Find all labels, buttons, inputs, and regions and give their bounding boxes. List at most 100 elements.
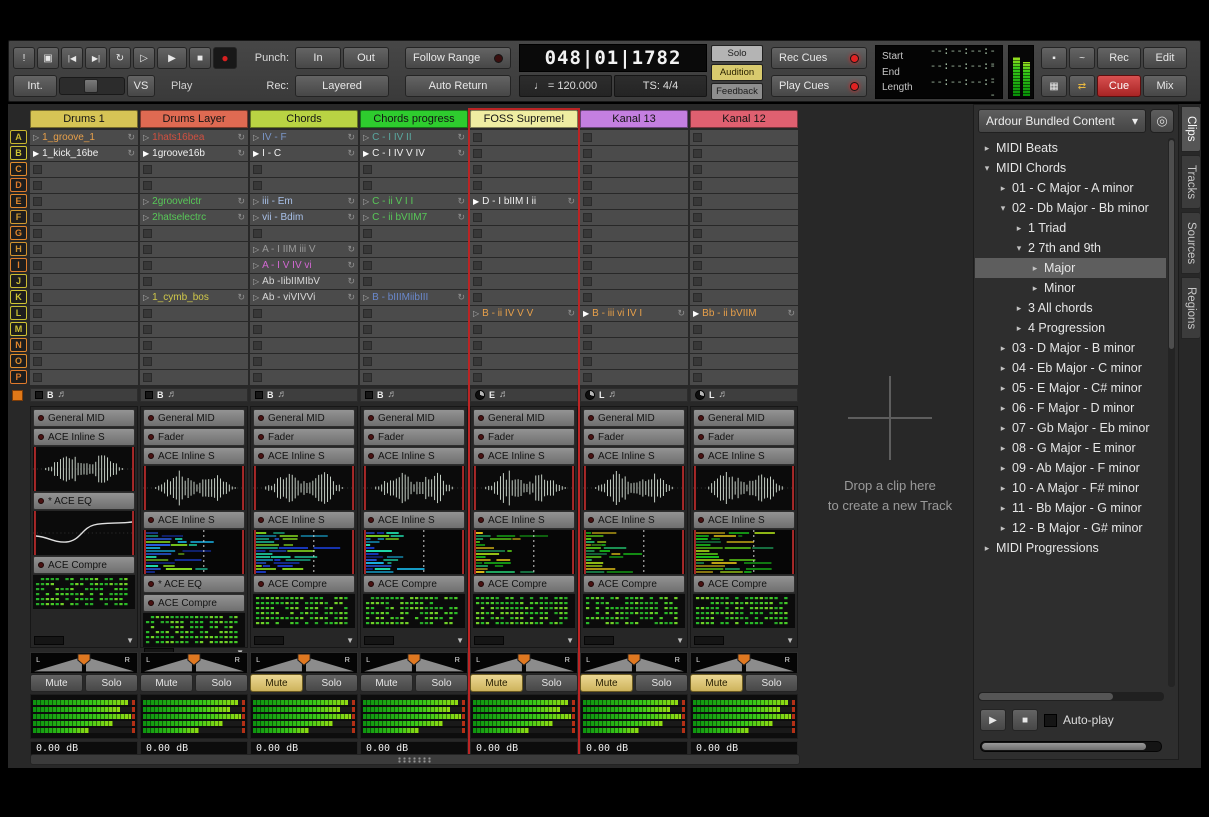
clip-slot-N[interactable] (360, 338, 468, 353)
clip-slot-K[interactable]: ▷1_cymb_bos↻ (140, 290, 248, 305)
empty-clip-stop-box[interactable] (253, 357, 262, 366)
empty-clip-stop-box[interactable] (143, 181, 152, 190)
stop-all-scenes-button[interactable] (12, 390, 23, 401)
clip-slot-K[interactable]: ▷Ab - viVIVVi↻ (250, 290, 358, 305)
clip-playing-icon[interactable]: ▶ (143, 150, 149, 158)
processor-ace-inline-s[interactable]: ACE Inline S (143, 447, 245, 465)
scene-trigger-B[interactable]: B (10, 146, 27, 160)
track-stop-row[interactable]: B♬ (360, 388, 468, 402)
empty-clip-stop-box[interactable] (693, 165, 702, 174)
solo-button[interactable]: Solo (525, 674, 578, 692)
empty-clip-stop-box[interactable] (583, 149, 592, 158)
clip-slot-O[interactable] (580, 354, 688, 369)
empty-clip-stop-box[interactable] (583, 181, 592, 190)
track-stop-row[interactable]: E♬ (470, 388, 578, 402)
empty-clip-stop-box[interactable] (33, 357, 42, 366)
clip-slot-J[interactable] (30, 274, 138, 289)
clip-slot-O[interactable] (250, 354, 358, 369)
processor-ace-compre[interactable]: ACE Compre (583, 575, 685, 593)
clip-slot-I[interactable] (580, 258, 688, 273)
range-clock-display[interactable]: Start--:--:--:-- End--:--:--:-- Length--… (875, 45, 1003, 99)
tree-collapsed-icon[interactable]: ▸ (981, 143, 993, 154)
tree-item-2-7th-and-9th[interactable]: ▾2 7th and 9th (975, 238, 1166, 258)
mute-button[interactable]: Mute (250, 674, 303, 692)
empty-clip-stop-box[interactable] (473, 229, 482, 238)
solo-indicator[interactable]: Solo (711, 45, 763, 62)
clip-slot-E[interactable]: ▶D - I bIIM I ii↻ (470, 194, 578, 209)
scene-trigger-E[interactable]: E (10, 194, 27, 208)
processor-ace-compre[interactable]: ACE Compre (33, 556, 135, 574)
clip-slot-P[interactable] (580, 370, 688, 385)
empty-clip-stop-box[interactable] (473, 245, 482, 254)
clip-slot-M[interactable] (140, 322, 248, 337)
clip-slot-G[interactable] (250, 226, 358, 241)
empty-clip-stop-box[interactable] (33, 293, 42, 302)
processor-general-mid[interactable]: General MID (33, 409, 135, 427)
clip-slot-H[interactable]: ▷A - I IIM iii V↻ (250, 242, 358, 257)
midi-input-icon[interactable]: ▣ (37, 47, 59, 69)
clip-slot-J[interactable] (140, 274, 248, 289)
punch-in-button[interactable]: In (295, 47, 341, 69)
shuttle-handle[interactable] (84, 79, 98, 93)
tree-item-04-eb-major-c-minor[interactable]: ▸04 - Eb Major - C minor (975, 358, 1166, 378)
empty-clip-stop-box[interactable] (693, 373, 702, 382)
clip-slot-C[interactable] (690, 162, 798, 177)
clip-slot-N[interactable] (470, 338, 578, 353)
clip-slot-H[interactable] (470, 242, 578, 257)
clip-slot-F[interactable] (580, 210, 688, 225)
track-stop-row[interactable]: B♬ (30, 388, 138, 402)
clip-slot-D[interactable] (140, 178, 248, 193)
processor-ace-inline-s[interactable]: ACE Inline S (583, 511, 685, 529)
pan-control[interactable]: LR (250, 652, 358, 672)
clip-slot-O[interactable] (360, 354, 468, 369)
scene-trigger-D[interactable]: D (10, 178, 27, 192)
scene-trigger-A[interactable]: A (10, 130, 27, 144)
processor-fader[interactable]: Fader (363, 428, 465, 446)
processor-ace-compre[interactable]: ACE Compre (473, 575, 575, 593)
page-edit-button[interactable]: Edit (1143, 47, 1187, 69)
tree-item-minor[interactable]: ▸Minor (975, 278, 1166, 298)
processor-ace-inline-s[interactable]: ACE Inline S (33, 428, 135, 446)
clip-play-icon[interactable]: ▷ (363, 214, 369, 222)
pan-control[interactable]: LR (360, 652, 468, 672)
empty-clip-stop-box[interactable] (253, 373, 262, 382)
tree-collapsed-icon[interactable]: ▸ (1029, 283, 1041, 294)
clip-play-icon[interactable]: ▷ (253, 134, 259, 142)
clip-play-icon[interactable]: ▷ (143, 134, 149, 142)
tree-item-major[interactable]: ▸Major (975, 258, 1166, 278)
clip-slot-L[interactable]: ▷B - ii IV V V↻ (470, 306, 578, 321)
processor-ace-compre[interactable]: ACE Compre (363, 575, 465, 593)
clip-slot-F[interactable]: ▷C - ii bVIIM7↻ (360, 210, 468, 225)
output-routing-button[interactable] (474, 636, 504, 645)
tree-expanded-icon[interactable]: ▾ (1013, 243, 1025, 254)
empty-clip-stop-box[interactable] (363, 309, 372, 318)
scene-trigger-M[interactable]: M (10, 322, 27, 336)
record-button[interactable]: ● (213, 47, 237, 69)
tree-item-4-progression[interactable]: ▸4 Progression (975, 318, 1166, 338)
clip-slot-D[interactable] (580, 178, 688, 193)
empty-clip-stop-box[interactable] (363, 357, 372, 366)
tree-collapsed-icon[interactable]: ▸ (997, 503, 1009, 514)
tree-expanded-icon[interactable]: ▾ (981, 163, 993, 174)
pan-control[interactable]: LR (140, 652, 248, 672)
play-cues-toggle[interactable]: Play Cues (771, 75, 867, 97)
clip-slot-A[interactable] (690, 130, 798, 145)
scene-trigger-C[interactable]: C (10, 162, 27, 176)
tempo-display[interactable]: ♩ = 120.000 (519, 75, 612, 97)
track-header-drums-1[interactable]: Drums 1 (30, 110, 138, 128)
mute-button[interactable]: Mute (690, 674, 743, 692)
tree-item-10-a-major-f-minor[interactable]: ▸10 - A Major - F# minor (975, 478, 1166, 498)
clip-slot-P[interactable] (140, 370, 248, 385)
empty-clip-stop-box[interactable] (693, 261, 702, 270)
clip-playing-icon[interactable]: ▶ (363, 150, 369, 158)
empty-clip-stop-box[interactable] (253, 165, 262, 174)
tree-item-08-g-major-e-minor[interactable]: ▸08 - G Major - E minor (975, 438, 1166, 458)
clip-slot-N[interactable] (250, 338, 358, 353)
track-header-chords[interactable]: Chords (250, 110, 358, 128)
empty-clip-stop-box[interactable] (253, 325, 262, 334)
pan-control[interactable]: LR (470, 652, 578, 672)
output-routing-button[interactable] (694, 636, 724, 645)
clip-slot-I[interactable] (30, 258, 138, 273)
processor-ace-inline-s[interactable]: ACE Inline S (473, 447, 575, 465)
empty-clip-stop-box[interactable] (253, 181, 262, 190)
